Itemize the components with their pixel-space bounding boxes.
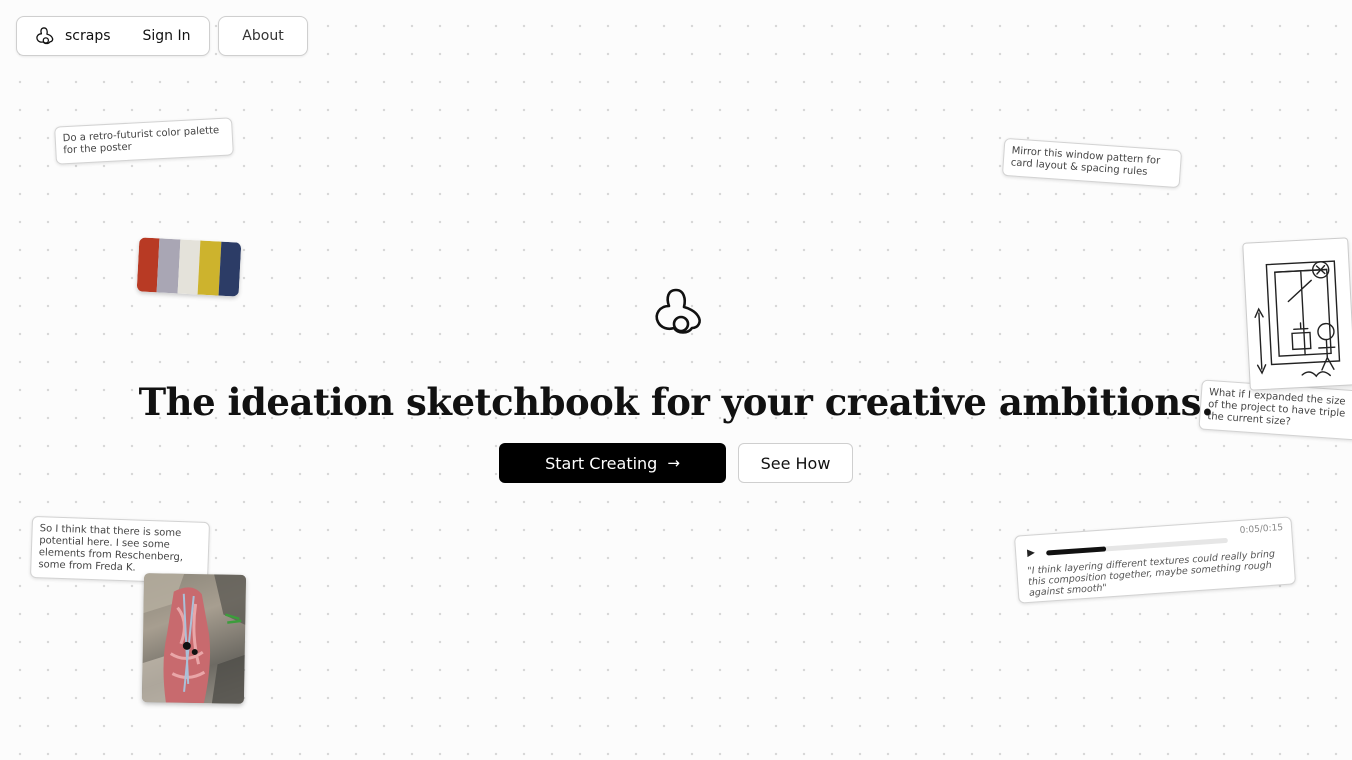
audio-transcript: "I think layering different textures cou…: [1027, 548, 1276, 599]
palette-swatch: [177, 239, 201, 295]
start-creating-button[interactable]: Start Creating →: [499, 443, 726, 483]
scraps-hero-logo-icon: [655, 288, 701, 334]
sketch-drawing: [1254, 260, 1341, 378]
collage-artwork: [141, 573, 247, 704]
sign-in-link[interactable]: Sign In: [143, 28, 191, 44]
audio-note-card: ▶ 0:05/0:15 "I think layering different …: [1013, 516, 1297, 604]
about-button[interactable]: About: [218, 16, 308, 56]
audio-time: 0:05/0:15: [1239, 522, 1284, 537]
window-pattern-note: Mirror this window pattern for card layo…: [1001, 137, 1183, 189]
see-how-button[interactable]: See How: [738, 443, 853, 483]
play-icon[interactable]: ▶: [1027, 547, 1035, 559]
color-palette-card: [136, 237, 242, 297]
palette-swatch: [157, 238, 181, 294]
audio-progress-fill: [1046, 546, 1107, 556]
window-sketch-card: [1242, 237, 1352, 391]
collage-image: [141, 573, 247, 704]
palette-swatch: [197, 240, 221, 296]
palette-swatch: [136, 237, 160, 293]
brand-name[interactable]: scraps: [65, 28, 111, 44]
note-text: Do a retro-futurist color palette for th…: [62, 125, 220, 157]
hero-headline: The ideation sketchbook for your creativ…: [138, 380, 1214, 424]
see-how-label: See How: [760, 453, 831, 473]
palette-swatch: [218, 241, 242, 297]
note-text: Mirror this window pattern for card layo…: [1010, 145, 1161, 178]
arrow-right-icon: →: [667, 454, 680, 472]
palette-prompt-note: Do a retro-futurist color palette for th…: [54, 117, 234, 165]
start-creating-label: Start Creating: [545, 453, 658, 473]
note-text: So I think that there is some potential …: [38, 523, 184, 574]
nav-bar: scraps Sign In: [16, 16, 210, 56]
about-label: About: [242, 28, 284, 44]
scraps-logo-icon: [36, 27, 54, 45]
